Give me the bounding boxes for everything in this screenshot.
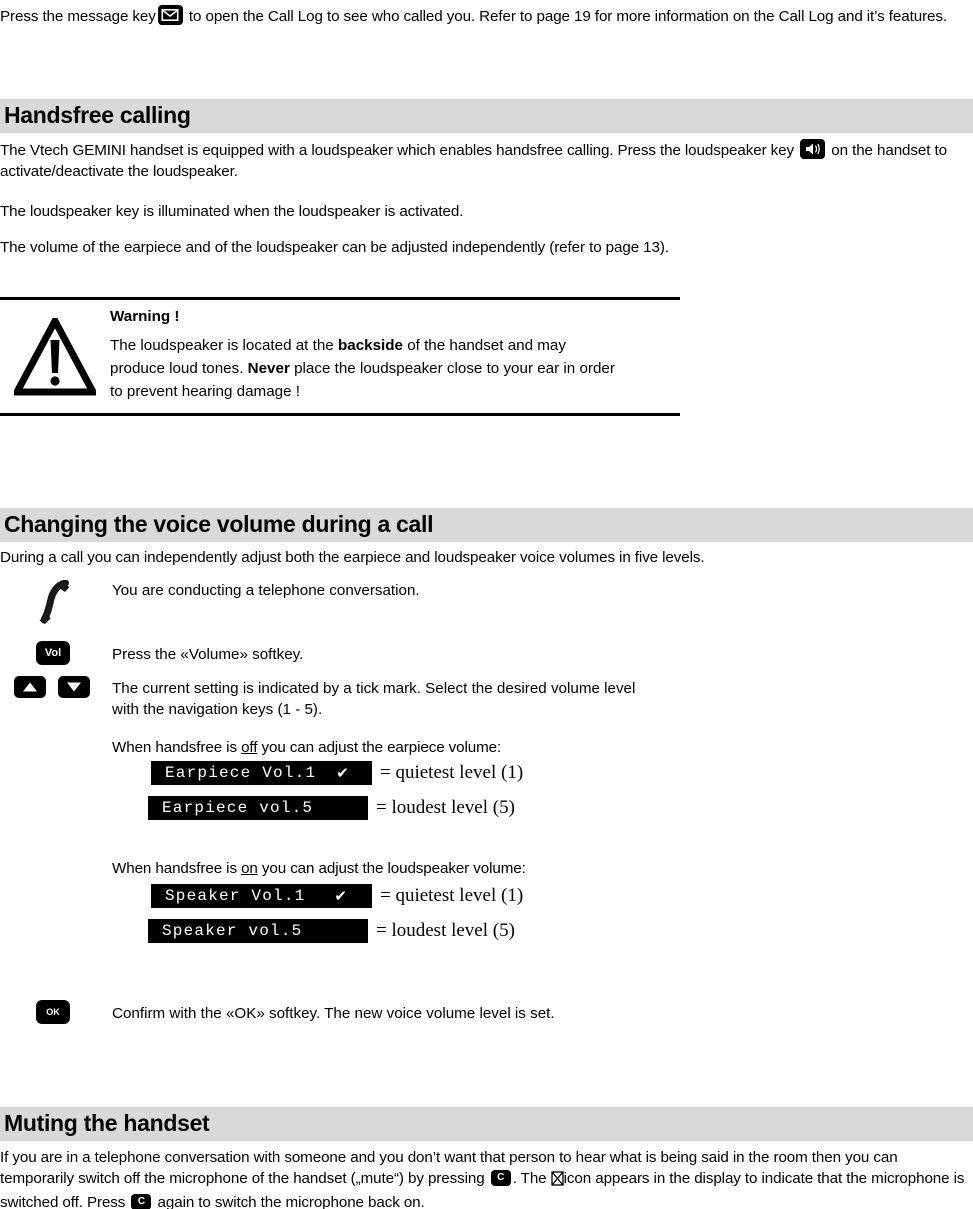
lcd-tick-earpiece-vol1: ✔ [336,764,349,782]
warning-triangle-icon-glyph [14,318,96,396]
envelope-icon-glyph [161,9,179,21]
muting-heading: Muting the handset [4,1110,210,1136]
speaker-lead-a: When handsfree is [112,860,242,877]
muting-text-b: . The [512,1170,547,1187]
lcd-tick-speaker-vol1: ✔ [334,887,347,905]
volume-step-1-icon-cell [0,579,112,629]
handsfree-paragraph-3: The volume of the earpiece and of the lo… [0,239,669,256]
earpiece-lead-underlined: off [241,739,258,756]
c-key-label-2: C [137,1196,145,1207]
ok-softkey-icon[interactable]: OK [36,1000,70,1024]
arrow-down-key-icon[interactable] [58,676,91,698]
arrow-up-key-icon[interactable] [14,676,46,698]
ok-key[interactable]: OK [36,1000,70,1024]
mute-crossed-icon-glyph [551,1171,564,1186]
warning-body: The loudspeaker is located at the backsi… [110,334,625,403]
volume-heading: Changing the voice volume during a call [4,511,434,537]
lcd-text-earpiece-vol1: Earpiece Vol.1 [165,764,317,782]
c-key-label-1: C [497,1172,505,1183]
intro-paragraph: Press the message key to open the Call L… [0,5,973,27]
speaker-lead-in: When handsfree is on you can adjust the … [112,858,812,879]
volume-step-1-text: You are conducting a telephone conversat… [112,582,420,599]
volume-step-4: OK Confirm with the «OK» softkey. The ne… [0,1000,900,1024]
section-header-volume: Changing the voice volume during a call [0,508,973,542]
handsfree-paragraph-1: The Vtech GEMINI handset is equipped wit… [0,139,973,182]
volume-step-3-text: The current setting is indicated by a ti… [112,678,635,720]
muting-text-d: again to switch the microphone back on. [157,1194,425,1209]
lcd-note-speaker-vol1: = quietest level (1) [380,885,524,906]
handsfree-heading: Handsfree calling [4,102,191,128]
warning-body-bold-2: Never [247,360,290,377]
warning-triangle-icon [0,308,110,396]
warning-body-bold-1: backside [337,337,403,354]
volume-step-3-line-1: The current setting is indicated by a ti… [112,680,636,697]
lcd-row-speaker-1: Speaker Vol.1 ✔ = quietest level (1) [151,884,523,908]
volume-step-3: The current setting is indicated by a ti… [0,676,900,720]
speaker-lead-b: you can adjust the loudspeaker volume: [257,860,526,877]
earpiece-lead-b: you can adjust the earpiece volume: [257,739,502,756]
speaker-lead-underlined: on [241,860,258,877]
manual-page: Press the message key to open the Call L… [0,0,973,1209]
intro-text-a: Press the message key [0,8,156,25]
c-key-icon-1[interactable]: C [490,1170,511,1186]
section-header-handsfree: Handsfree calling [0,99,973,133]
volume-step-2-text: Press the «Volume» softkey. [112,646,304,663]
lcd-text-earpiece-vol5: Earpiece vol.5 [162,799,314,817]
arrow-up-icon-glyph [23,682,37,692]
warning-title: Warning ! [110,308,180,325]
lcd-display-speaker-vol1: Speaker Vol.1 ✔ [151,884,372,908]
handsfree-p1-a: The Vtech GEMINI handset is equipped wit… [0,142,795,159]
lcd-row-earpiece-1: Earpiece Vol.1 ✔ = quietest level (1) [151,761,523,785]
c-key-icon-2[interactable]: C [131,1194,152,1209]
warning-body-1: The loudspeaker is located at the [110,337,338,354]
section-header-muting: Muting the handset [0,1107,973,1141]
earpiece-lead-in: When handsfree is off you can adjust the… [112,737,812,758]
vol-softkey-icon[interactable]: Vol [36,641,70,665]
lcd-display-earpiece-vol1: Earpiece Vol.1 ✔ [151,761,372,785]
loudspeaker-icon-glyph [805,143,820,155]
lcd-text-speaker-vol5: Speaker vol.5 [162,922,303,940]
lcd-note-earpiece-vol1: = quietest level (1) [380,762,524,783]
earpiece-lead-a: When handsfree is [112,739,242,756]
handset-in-call-icon [36,579,72,629]
muting-paragraph: If you are in a telephone conversation w… [0,1147,973,1209]
handset-in-call-icon-glyph [39,579,70,624]
intro-text-b: to open the Call Log to see who called y… [188,8,947,25]
handsfree-paragraph-2: The loudspeaker key is illuminated when … [0,203,464,220]
lcd-note-speaker-vol5: = loudest level (5) [376,920,515,941]
volume-step-4-text: Confirm with the «OK» softkey. The new v… [112,1005,555,1022]
volume-step-2: Vol Press the «Volume» softkey. [0,641,900,665]
lcd-display-earpiece-vol5: Earpiece vol.5 [148,796,368,820]
arrow-down-icon-glyph [67,682,82,692]
lcd-row-earpiece-5: Earpiece vol.5 = loudest level (5) [148,796,515,820]
vol-key-label: Vol [44,646,62,659]
warning-box: Warning ! The loudspeaker is located at … [0,297,680,416]
volume-step-1: You are conducting a telephone conversat… [0,579,900,629]
navigation-keys-group [14,676,91,698]
lcd-text-speaker-vol1: Speaker Vol.1 [165,887,306,905]
volume-step-2-icon-cell: Vol [0,641,112,665]
loudspeaker-icon [800,139,826,159]
vol-key[interactable]: Vol [36,641,70,665]
envelope-icon [157,5,183,25]
volume-step-3-line-2: with the navigation keys (1 - 5). [112,701,323,718]
lcd-note-earpiece-vol5: = loudest level (5) [376,797,515,818]
lcd-row-speaker-5: Speaker vol.5 = loudest level (5) [148,919,515,943]
volume-step-3-icon-cell [0,676,112,698]
mute-crossed-icon [551,1171,564,1192]
volume-step-4-icon-cell: OK [0,1000,112,1024]
ok-key-label: OK [46,1006,60,1017]
volume-intro-paragraph: During a call you can independently adju… [0,549,705,566]
lcd-display-speaker-vol5: Speaker vol.5 [148,919,368,943]
